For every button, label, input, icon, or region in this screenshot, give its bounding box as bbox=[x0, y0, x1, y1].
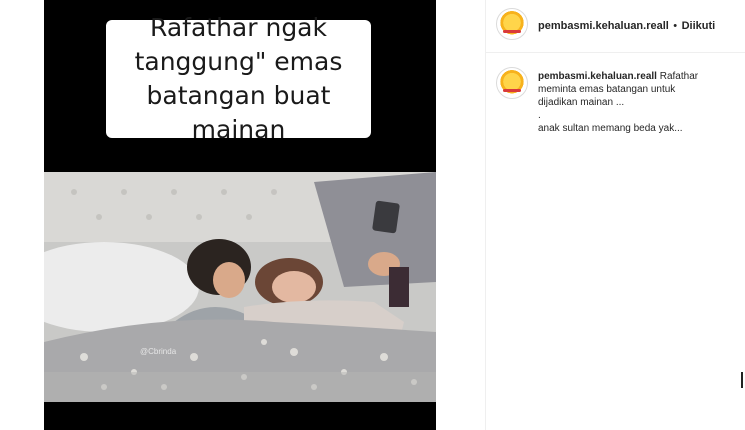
avatar-logo-icon bbox=[499, 70, 525, 96]
text-cursor-icon bbox=[741, 372, 743, 388]
post-sidebar: pembasmi.kehaluan.reall • Diikuti pembas… bbox=[485, 0, 745, 430]
caption-text-line-3: dijadikan mainan ... bbox=[538, 97, 625, 108]
caption-text-line-1: Rafathar bbox=[659, 71, 699, 82]
post-header: pembasmi.kehaluan.reall • Diikuti bbox=[486, 0, 745, 53]
video-scene-illustration bbox=[44, 172, 436, 402]
follow-status-button[interactable]: Diikuti bbox=[682, 20, 716, 32]
video-text-overlay: Rafathar ngak tanggung" emas batangan bu… bbox=[106, 13, 371, 144]
caption-username[interactable]: pembasmi.kehaluan.reall bbox=[538, 71, 657, 82]
overlay-line-2: tanggung" emas bbox=[134, 47, 343, 76]
caption-last-line: anak sultan memang beda yak... bbox=[538, 123, 683, 134]
post-media[interactable]: Rafathar ngak tanggung" emas batangan bu… bbox=[44, 0, 436, 430]
video-watermark: @Cbrinda bbox=[140, 347, 177, 356]
header-username[interactable]: pembasmi.kehaluan.reall bbox=[538, 20, 669, 32]
avatar-logo-icon bbox=[499, 11, 525, 37]
author-avatar[interactable] bbox=[496, 8, 528, 40]
caption-dot-line: . bbox=[538, 110, 541, 121]
overlay-line-1: Rafathar ngak bbox=[150, 13, 327, 42]
post-caption: pembasmi.kehaluan.reall Rafathar meminta… bbox=[538, 70, 733, 135]
overlay-line-3: batangan buat mainan bbox=[146, 81, 331, 144]
header-separator: • bbox=[673, 20, 678, 32]
caption-avatar[interactable] bbox=[496, 67, 528, 99]
video-frame: @Cbrinda bbox=[44, 172, 436, 402]
caption-text-line-2: meminta emas batangan untuk bbox=[538, 84, 676, 95]
